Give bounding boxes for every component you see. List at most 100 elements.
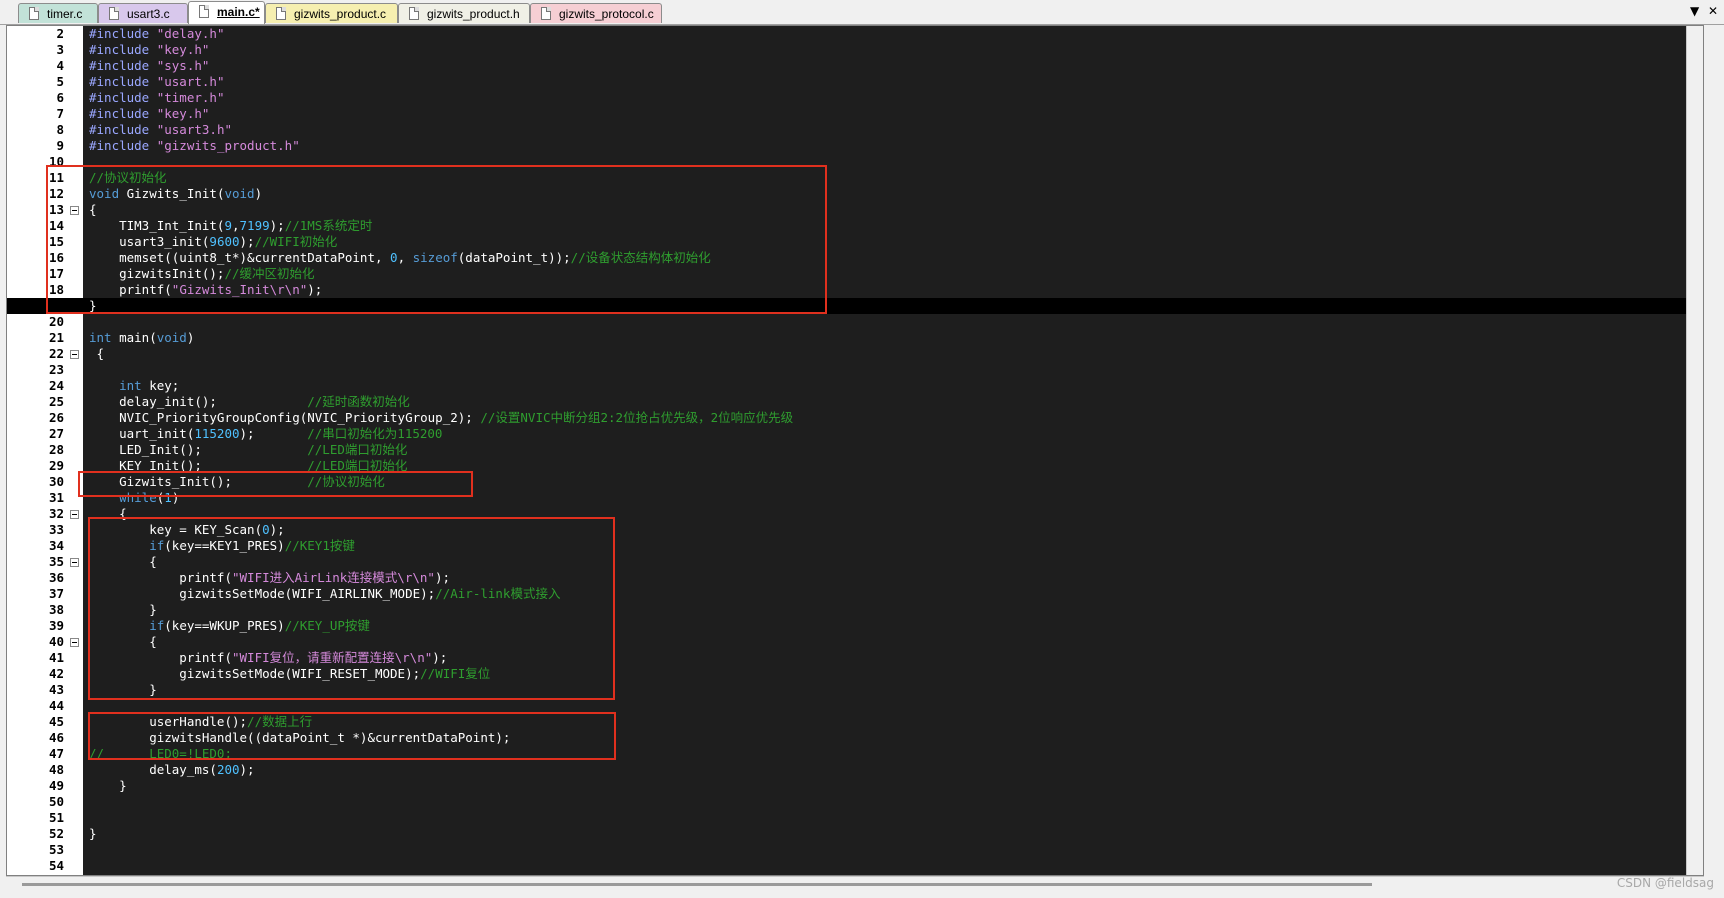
tab-gizwits-product-c[interactable]: gizwits_product.c (265, 3, 398, 23)
code-token: #include (89, 122, 157, 137)
code-text: #include "usart.h" (89, 74, 224, 90)
code-line[interactable]: 50 (7, 794, 1703, 810)
line-number: 23 (48, 362, 64, 377)
code-text: } (89, 826, 97, 842)
code-token: #include (89, 138, 157, 153)
line-number: 4 (56, 58, 64, 73)
code-token: ); (239, 762, 255, 777)
line-number: 54 (48, 858, 64, 873)
code-line[interactable]: 52} (7, 826, 1703, 842)
code-text: LED_Init(); //LED端口初始化 (89, 442, 407, 458)
code-token: 115200 (194, 426, 240, 441)
horizontal-scrollbar[interactable] (6, 876, 1704, 893)
code-token: ) (186, 330, 195, 345)
code-token: //延时函数初始化 (307, 394, 410, 409)
line-number: 9 (56, 138, 64, 153)
tab-usart3-c[interactable]: usart3.c (98, 3, 188, 23)
line-number: 7 (56, 106, 64, 121)
code-token: "delay.h" (156, 26, 225, 41)
code-line[interactable]: 28 LED_Init(); //LED端口初始化 (7, 442, 1703, 458)
fold-toggle-icon[interactable] (70, 638, 79, 647)
code-line[interactable]: 26 NVIC_PriorityGroupConfig(NVIC_Priorit… (7, 410, 1703, 426)
code-line[interactable]: 22 { (7, 346, 1703, 362)
tab-gizwits-product-h[interactable]: gizwits_product.h (398, 3, 530, 23)
vertical-scrollbar[interactable] (1686, 26, 1703, 875)
line-number: 30 (48, 474, 64, 489)
line-number: 34 (48, 538, 64, 553)
code-line[interactable]: 8 #include "usart3.h" (7, 122, 1703, 138)
code-token: "sys.h" (156, 58, 210, 73)
code-line[interactable]: 25 delay_init(); //延时函数初始化 (7, 394, 1703, 410)
line-number: 37 (48, 586, 64, 601)
code-token: "usart3.h" (156, 122, 232, 137)
line-number: 21 (48, 330, 64, 345)
close-icon[interactable]: ✕ (1708, 4, 1718, 18)
fold-toggle-icon[interactable] (70, 350, 79, 359)
code-line[interactable]: 6 #include "timer.h" (7, 90, 1703, 106)
fold-toggle-icon[interactable] (70, 558, 79, 567)
code-line[interactable]: 7 #include "key.h" (7, 106, 1703, 122)
line-number: 24 (48, 378, 64, 393)
code-line[interactable]: 27 uart_init(115200); //串口初始化为115200 (7, 426, 1703, 442)
line-number: 35 (48, 554, 64, 569)
file-icon (199, 5, 209, 18)
code-line[interactable]: 51 (7, 810, 1703, 826)
code-token: int (119, 378, 142, 393)
code-text: #include "key.h" (89, 42, 209, 58)
line-number: 26 (48, 410, 64, 425)
code-token: key; (141, 378, 180, 393)
code-token: "timer.h" (156, 90, 225, 105)
code-token: delay_init(); (89, 394, 308, 409)
code-line[interactable]: 54 (7, 858, 1703, 874)
code-line[interactable]: 3 #include "key.h" (7, 42, 1703, 58)
line-number: 39 (48, 618, 64, 633)
fold-toggle-icon[interactable] (70, 510, 79, 519)
code-line[interactable]: 2 #include "delay.h" (7, 26, 1703, 42)
line-number: 38 (48, 602, 64, 617)
line-number: 46 (48, 730, 64, 745)
line-number: 41 (48, 650, 64, 665)
code-line[interactable]: 53 (7, 842, 1703, 858)
tab-label: gizwits_product.c (294, 7, 387, 21)
code-token: } (89, 826, 97, 841)
code-token: main( (111, 330, 157, 345)
code-line[interactable]: 5 #include "usart.h" (7, 74, 1703, 90)
highlight-box-handlers (88, 712, 616, 760)
code-line[interactable]: 21 int main(void) (7, 330, 1703, 346)
code-line[interactable]: 24 int key; (7, 378, 1703, 394)
code-text: #include "delay.h" (89, 26, 224, 42)
code-token: //串口初始化为115200 (307, 426, 443, 441)
tab-label: main.c* (217, 5, 260, 19)
line-number: 51 (48, 810, 64, 825)
tab-timer-c[interactable]: timer.c (18, 3, 98, 23)
file-icon (29, 7, 39, 20)
highlight-box-key-handling (88, 517, 615, 700)
code-line[interactable]: 48 delay_ms(200); (7, 762, 1703, 778)
code-line[interactable]: 4 #include "sys.h" (7, 58, 1703, 74)
file-icon (276, 7, 286, 20)
line-number: 49 (48, 778, 64, 793)
code-line[interactable]: 23 (7, 362, 1703, 378)
code-token: { (89, 346, 105, 361)
horizontal-scroll-thumb[interactable] (22, 883, 1372, 886)
code-token: ); (239, 426, 308, 441)
code-line[interactable]: 49 } (7, 778, 1703, 794)
line-number: 36 (48, 570, 64, 585)
tab-label: gizwits_protocol.c (559, 7, 654, 21)
line-number: 25 (48, 394, 64, 409)
code-editor[interactable]: 2 #include "delay.h" 3 #include "key.h" 4 #in… (6, 25, 1704, 876)
code-token: } (89, 778, 127, 793)
code-line[interactable]: 9 #include "gizwits_product.h" (7, 138, 1703, 154)
code-token: LED_Init(); (89, 442, 308, 457)
line-number: 43 (48, 682, 64, 697)
tab-gizwits-protocol-c[interactable]: gizwits_protocol.c (530, 3, 662, 23)
code-token: #include (89, 26, 157, 41)
line-number: 42 (48, 666, 64, 681)
tab-dropdown-icon[interactable]: ▼ (1690, 4, 1699, 18)
tab-main-c[interactable]: main.c* (188, 1, 265, 24)
code-line[interactable]: 20 (7, 314, 1703, 330)
code-text: NVIC_PriorityGroupConfig(NVIC_PriorityGr… (89, 410, 793, 426)
code-text: delay_init(); //延时函数初始化 (89, 394, 410, 410)
code-token: #include (89, 90, 157, 105)
